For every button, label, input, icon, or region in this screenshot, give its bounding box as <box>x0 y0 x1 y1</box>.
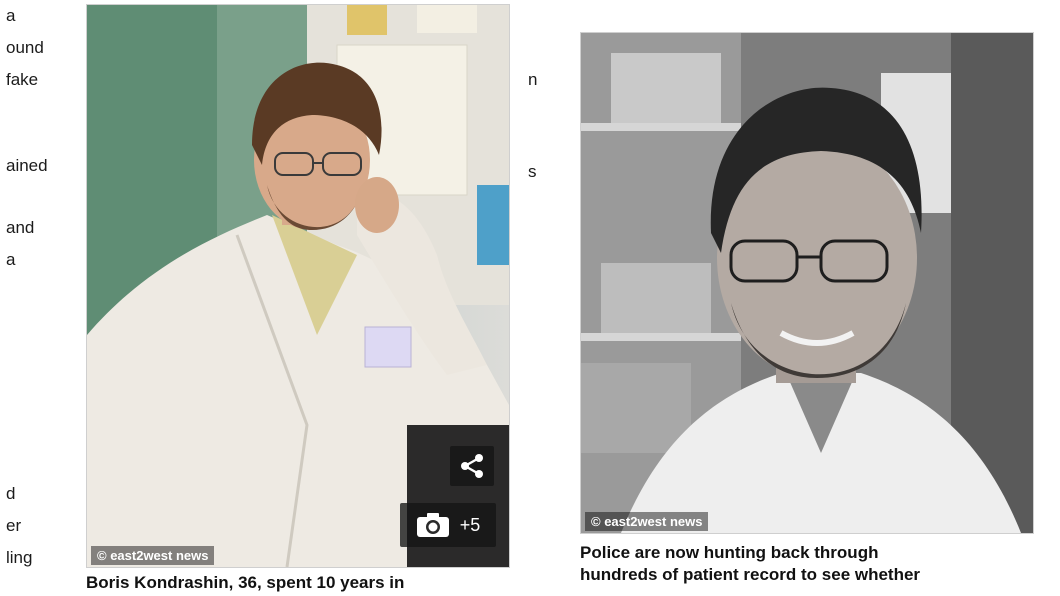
article-text-fragment: ained <box>6 156 48 175</box>
photo-2-caption: Police are now hunting back through hund… <box>580 542 1040 586</box>
photo-2-caption-line-2: hundreds of patient record to see whethe… <box>580 565 921 584</box>
article-text-fragment: a <box>6 250 16 269</box>
article-body-left-clipped: a ound fake ained and a d er ling <box>0 0 60 596</box>
article-text-fragment: n <box>528 70 538 89</box>
doctor-bw-portrait-illustration <box>581 33 1033 533</box>
article-photo-1[interactable]: © east2west news <box>86 4 510 568</box>
article-text-fragment: ound <box>6 38 44 57</box>
share-icon <box>461 454 483 478</box>
photo-credit: © east2west news <box>91 546 215 565</box>
photo-credit: © east2west news <box>585 512 709 531</box>
camera-icon <box>416 513 449 537</box>
article-text-fragment: and <box>6 218 35 237</box>
article-text-fragment: s <box>528 162 537 181</box>
share-button[interactable] <box>450 446 494 486</box>
article-text-fragment: er <box>6 516 22 535</box>
photo-1-caption: Boris Kondrashin, 36, spent 10 years in <box>86 573 405 592</box>
article-photo-2[interactable]: © east2west news <box>580 32 1034 534</box>
gallery-count: +5 <box>459 514 481 535</box>
photo-2-caption-line-1: Police are now hunting back through <box>580 543 879 562</box>
article-text-fragment: ling <box>6 548 33 567</box>
article-text-fragment: fake <box>6 70 39 89</box>
doctor-portrait-illustration <box>87 5 509 567</box>
article-text-fragment: d <box>6 484 16 503</box>
view-gallery-button[interactable]: +5 <box>400 503 496 547</box>
article-text-fragment: a <box>6 6 16 25</box>
article-page: a ound fake ained and a d er ling n s © … <box>0 0 1060 596</box>
